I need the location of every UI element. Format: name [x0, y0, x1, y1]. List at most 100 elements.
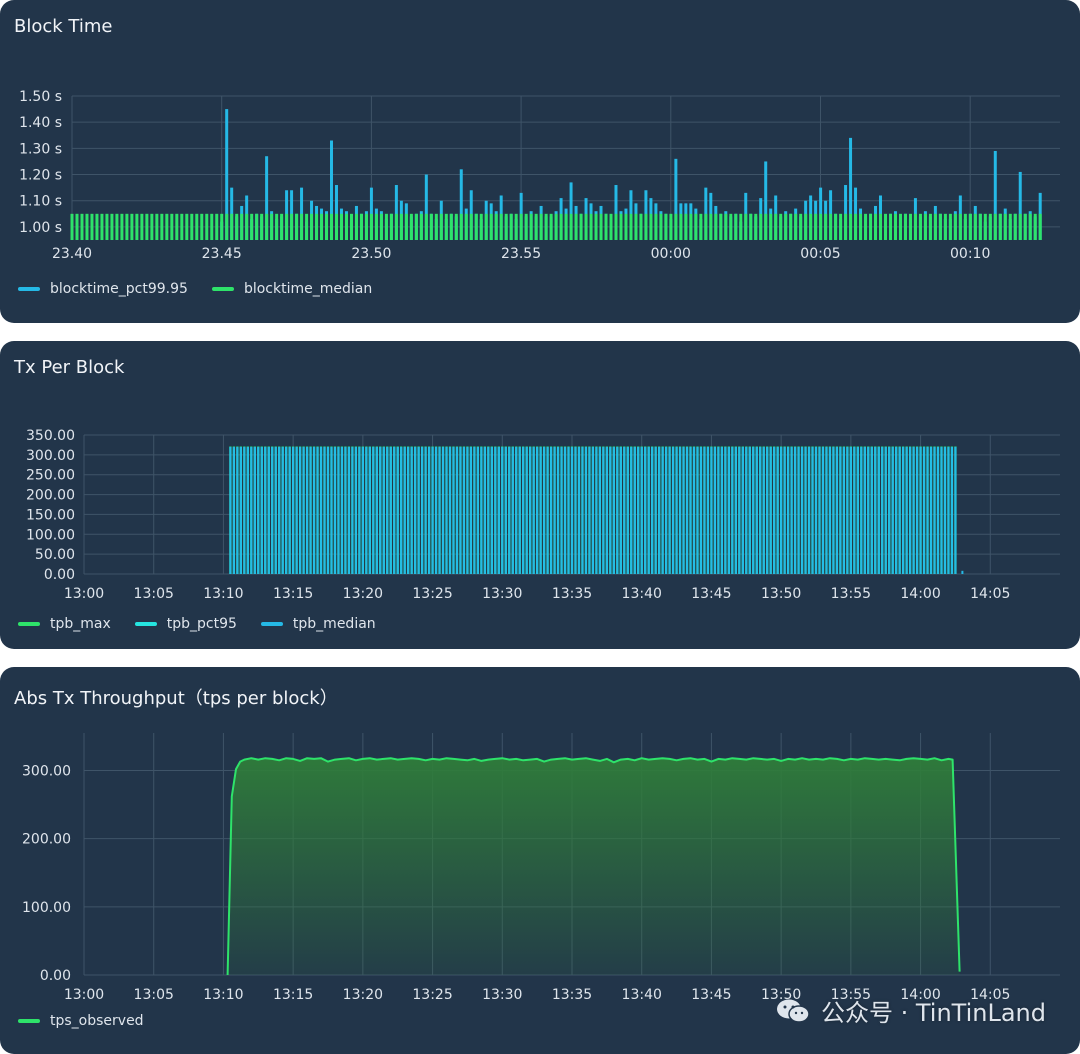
- tpb-median-bar: [417, 446, 420, 574]
- median-bar: [679, 213, 683, 240]
- tpb-median-bar: [358, 446, 361, 574]
- median-bar: [409, 213, 413, 240]
- median-bar: [609, 213, 613, 240]
- median-bar: [594, 213, 598, 240]
- tpb-median-bar: [937, 446, 939, 574]
- median-bar: [240, 213, 244, 240]
- tpb-median-bar: [923, 446, 925, 574]
- median-bar: [1013, 213, 1017, 240]
- tpb-median-bar: [773, 446, 776, 574]
- tpb-median-bar: [605, 446, 608, 574]
- median-bar: [948, 213, 952, 240]
- median-bar: [1023, 213, 1027, 240]
- legend-label: blocktime_median: [243, 281, 373, 297]
- tpb-median-bar: [909, 446, 912, 574]
- median-bar: [190, 213, 194, 240]
- median-bar: [834, 213, 838, 240]
- median-bar: [769, 213, 773, 240]
- tpb-median-bar: [738, 446, 741, 574]
- tpb-median-bar: [720, 446, 723, 574]
- tpb-median-bar: [382, 446, 385, 574]
- tpb-median-bar: [905, 446, 908, 574]
- tpb-median-bar: [564, 446, 566, 574]
- median-bar: [884, 213, 888, 240]
- median-bar: [854, 213, 858, 240]
- tx-per-block-chart: 0.00 50.00 100.00 150.00 200.00 250.00 300.00 3…: [26, 428, 1060, 602]
- legend: blocktime_pct99.95 blocktime_median: [18, 281, 372, 297]
- median-bar: [998, 213, 1002, 240]
- tpb-median-bar: [822, 446, 824, 574]
- median-bar: [454, 213, 458, 240]
- legend-item-tpb-max[interactable]: tpb_max: [18, 616, 111, 632]
- x-tick-label: 13:10: [203, 987, 243, 1003]
- legend-item-tpb-median[interactable]: tpb_median: [260, 616, 376, 632]
- tpb-median-bar: [745, 446, 748, 574]
- legend-item-median[interactable]: blocktime_median: [211, 281, 373, 297]
- median-bar: [429, 213, 433, 240]
- median-bar: [464, 213, 468, 240]
- tpb-median-bar: [553, 446, 556, 574]
- median-bar: [1033, 213, 1037, 240]
- tpb-median-bar: [839, 446, 842, 574]
- median-bar: [320, 213, 324, 240]
- tpb-median-bar: [560, 446, 563, 574]
- median-bar: [115, 213, 119, 240]
- median-bar: [120, 213, 124, 240]
- median-bar: [215, 213, 219, 240]
- median-bar: [494, 213, 498, 240]
- median-bar: [589, 213, 593, 240]
- legend: tps_observed: [18, 1013, 144, 1029]
- median-bar: [829, 213, 833, 240]
- tpb-median-bar: [428, 446, 430, 574]
- tpb-median-bar: [243, 446, 246, 574]
- tpb-median-bar: [529, 446, 532, 574]
- y-tick-label: 50.00: [35, 547, 75, 563]
- x-tick-label: 13:30: [482, 987, 522, 1003]
- median-bar: [973, 213, 977, 240]
- y-tick-label: 1.00 s: [19, 220, 62, 236]
- median-bar: [270, 213, 274, 240]
- tpb-median-bar: [410, 446, 413, 574]
- median-bar: [310, 213, 314, 240]
- tpb-median-bar: [693, 446, 695, 574]
- median-bar: [145, 213, 149, 240]
- tpb-median-bar: [815, 446, 817, 574]
- median-bar: [1003, 213, 1007, 240]
- tpb-median-bar: [581, 446, 584, 574]
- tpb-median-bar: [327, 446, 329, 574]
- median-bar: [819, 213, 823, 240]
- legend-item-tpb-pct95[interactable]: tpb_pct95: [134, 616, 237, 632]
- tps-area: [227, 758, 960, 975]
- median-bar: [724, 213, 728, 240]
- median-bar: [519, 213, 523, 240]
- x-tick-label: 13:35: [552, 586, 592, 602]
- legend-label: tpb_max: [50, 616, 111, 632]
- tpb-median-bar: [525, 446, 528, 574]
- median-bar: [814, 213, 818, 240]
- median-bar: [404, 213, 408, 240]
- median-bar: [804, 213, 808, 240]
- x-tick-label: 13:35: [552, 987, 592, 1003]
- median-bar: [359, 213, 363, 240]
- median-bar: [559, 213, 563, 240]
- median-bar: [709, 213, 713, 240]
- tpb-median-bar: [334, 446, 336, 574]
- legend-item-pct99[interactable]: blocktime_pct99.95: [18, 281, 188, 297]
- tpb-median-bar: [421, 446, 424, 574]
- tpb-median-bar: [658, 446, 661, 574]
- tpb-median-bar: [682, 446, 685, 574]
- median-bar: [958, 213, 962, 240]
- legend-item-tps-observed[interactable]: tps_observed: [18, 1013, 144, 1029]
- tpb-median-bar: [330, 446, 333, 574]
- tpb-median-bar: [246, 446, 249, 574]
- tpb-median-bar: [818, 446, 821, 574]
- tpb-median-bar: [274, 446, 277, 574]
- median-bar: [394, 213, 398, 240]
- tpb-median-bar: [288, 446, 291, 574]
- tpb-median-bar: [483, 446, 486, 574]
- median-bar: [140, 213, 144, 240]
- tpb-median-bar: [752, 446, 755, 574]
- median-bar: [744, 213, 748, 240]
- tpb-median-bar: [863, 446, 866, 574]
- tpb-median-bar: [902, 446, 905, 574]
